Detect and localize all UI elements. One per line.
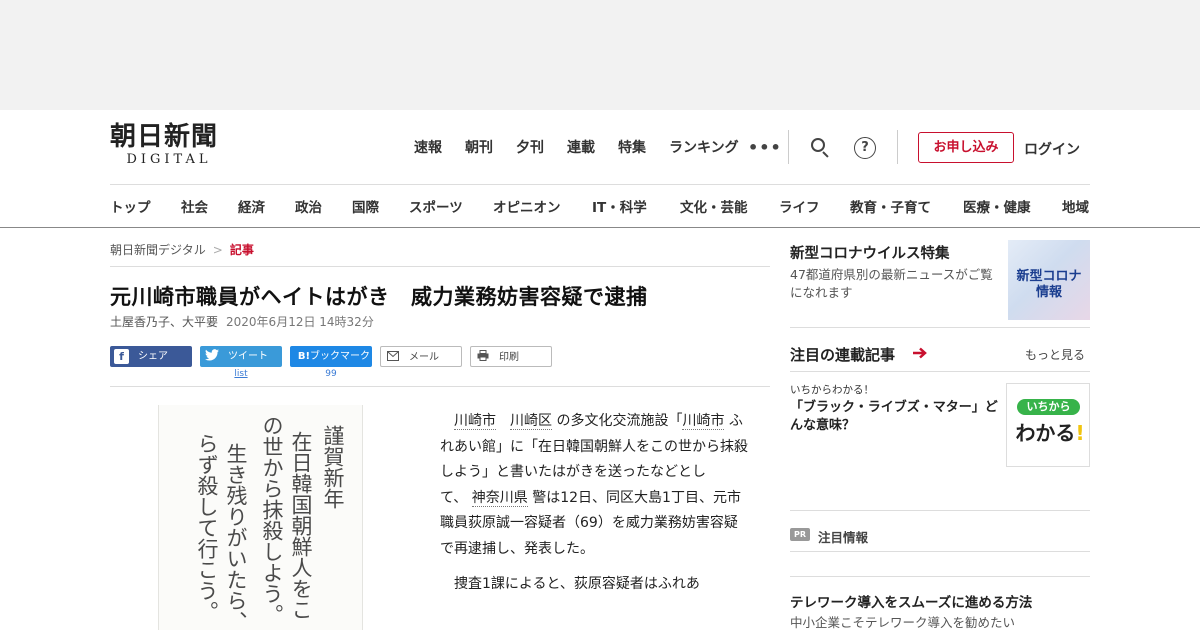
nav-tokushu[interactable]: 特集 — [618, 139, 646, 157]
postcard-text-line: らず殺して行こう。 — [195, 433, 219, 622]
postcard-text-line: 在日韓国朝鮮人をこ — [289, 431, 313, 620]
help-icon[interactable]: ? — [854, 137, 876, 159]
mail-share-label: メール — [409, 352, 439, 363]
twitter-icon — [204, 349, 219, 364]
nav-choukan[interactable]: 朝刊 — [465, 139, 493, 157]
serial-thumbnail[interactable]: いちから わかる! — [1006, 383, 1090, 467]
search-icon[interactable] — [809, 137, 831, 159]
section-health[interactable]: 医療・健康 — [963, 196, 1031, 216]
nav-yuukan[interactable]: 夕刊 — [516, 139, 544, 157]
sidebar-rule — [790, 576, 1090, 577]
section-top[interactable]: トップ — [110, 196, 151, 216]
breadcrumb: 朝日新聞デジタル > 記事 — [110, 241, 254, 258]
breadcrumb-separator: > — [212, 243, 223, 257]
section-society[interactable]: 社会 — [181, 196, 208, 216]
serial-headline[interactable]: 「ブラック・ライブズ・マター」どんな意味？ — [790, 399, 1002, 435]
wakaru-logo: わかる! — [1012, 419, 1088, 447]
top-nav: 速報 朝刊 夕刊 連載 特集 ランキング — [414, 139, 762, 157]
serial-kicker: いちからわかる！ — [790, 384, 874, 396]
logo-digital: DIGITAL — [126, 152, 212, 167]
article-paragraph: 捜査1課によると、荻原容疑者はふれあ — [454, 576, 700, 592]
pr-badge: PR — [790, 528, 810, 541]
section-politics[interactable]: 政治 — [295, 196, 322, 216]
section-international[interactable]: 国際 — [352, 196, 379, 216]
sidebar-rule — [790, 551, 1090, 552]
print-label: 印刷 — [499, 352, 519, 363]
print-button[interactable]: 印刷 — [470, 346, 552, 367]
keyword-link[interactable]: 川崎市 — [454, 413, 496, 430]
section-opinion[interactable]: オピニオン — [493, 196, 561, 216]
subscribe-button[interactable]: お申し込み — [918, 132, 1014, 163]
postcard-text-line: 生き残りがいたら、残 — [224, 443, 248, 630]
keyword-link[interactable]: 川崎区 — [510, 413, 552, 430]
ad-banner-area — [0, 0, 1200, 110]
more-menu-icon[interactable]: ••• — [748, 138, 782, 157]
article-photo-postcard[interactable]: 謹賀新年 在日韓国朝鮮人をこ の世から抹殺しよう。 生き残りがいたら、残 らず殺… — [158, 405, 363, 630]
login-link[interactable]: ログイン — [1024, 139, 1080, 159]
corona-thumb-line: 情報 — [1035, 285, 1062, 300]
more-link[interactable]: もっと見る — [1025, 346, 1085, 363]
section-economy[interactable]: 経済 — [238, 196, 265, 216]
article-headline: 元川崎市職員がヘイトはがき 威力業務妨害容疑で逮捕 — [110, 285, 648, 309]
facebook-share-label: シェア — [138, 351, 168, 362]
breadcrumb-home[interactable]: 朝日新聞デジタル — [110, 243, 206, 257]
section-region[interactable]: 地域 — [1062, 196, 1089, 216]
sidebar-rule — [790, 327, 1090, 328]
nav-sokuho[interactable]: 速報 — [414, 139, 442, 157]
keyword-link[interactable]: 神奈川県 — [471, 489, 528, 507]
mail-share-button[interactable]: メール — [380, 346, 462, 367]
mail-icon — [385, 350, 400, 365]
postcard-text-line: の世から抹殺しよう。 — [260, 415, 284, 625]
ichikara-pill: いちから — [1017, 399, 1080, 415]
postcard-text-line: 謹賀新年 — [321, 425, 345, 509]
site-logo[interactable]: 朝日新聞 DIGITAL — [110, 123, 242, 169]
corona-feature-thumbnail[interactable]: 新型コロナ 情報 — [1008, 240, 1090, 320]
twitter-share-count[interactable]: list — [200, 369, 282, 379]
share-rule — [110, 386, 770, 387]
article-text: の多文化交流施設「 — [556, 413, 683, 429]
article-byline: 土屋香乃子、大平要 2020年6月12日 14時32分 — [110, 313, 374, 330]
section-nav: トップ 社会 経済 政治 国際 スポーツ オピニオン IT・科学 文化・芸能 ラ… — [110, 196, 1100, 216]
wakaru-text: わかる — [1015, 421, 1076, 445]
section-it-science[interactable]: IT・科学 — [592, 196, 647, 216]
nav-rensai[interactable]: 連載 — [567, 139, 595, 157]
pr-article-desc: 中小企業こそテレワーク導入を勧めたい — [790, 615, 1016, 630]
article-authors: 土屋香乃子、大平要 — [110, 315, 219, 329]
section-sports[interactable]: スポーツ — [409, 196, 463, 216]
header-separator — [788, 130, 789, 164]
pr-section-label: 注目情報 — [818, 530, 869, 545]
logo-japanese: 朝日新聞 — [110, 122, 219, 152]
twitter-share-label: ツイート — [228, 351, 268, 362]
corona-feature-title[interactable]: 新型コロナウイルス特集 — [790, 242, 950, 263]
article-body: 川崎市 川崎区 の多文化交流施設「川崎市 ふれあい館」に「在日韓国朝鮮人をこの世… — [440, 409, 750, 598]
header-separator — [897, 130, 898, 164]
keyword-link[interactable]: 川崎市 — [682, 413, 725, 430]
sidebar-rule — [790, 510, 1090, 511]
corona-thumb-line: 新型コロナ — [1016, 269, 1082, 284]
breadcrumb-current: 記事 — [229, 243, 254, 257]
section-life[interactable]: ライフ — [779, 196, 820, 216]
header-divider — [110, 184, 1090, 185]
nav-ranking[interactable]: ランキング — [669, 139, 739, 157]
facebook-share-button[interactable]: f シェア — [110, 346, 192, 367]
wakaru-mark: ! — [1075, 421, 1085, 445]
print-icon — [475, 350, 490, 365]
section-culture[interactable]: 文化・芸能 — [680, 196, 748, 216]
site-header: 朝日新聞 DIGITAL 速報 朝刊 夕刊 連載 特集 ランキング ••• ? … — [0, 110, 1200, 228]
hatena-bookmark-button[interactable]: B! ブックマーク — [290, 346, 372, 367]
pr-article-title[interactable]: テレワーク導入をスムーズに進める方法 — [790, 591, 1032, 611]
breadcrumb-rule — [110, 266, 770, 267]
twitter-share-button[interactable]: ツイート — [200, 346, 282, 367]
corona-feature-desc: 47都道府県別の最新ニュースがご覧になれます — [790, 267, 993, 300]
sidebar-rule — [790, 371, 1090, 372]
article-paragraph: 川崎市 川崎区 の多文化交流施設「川崎市 ふれあい館」に「在日韓国朝鮮人をこの世… — [440, 409, 750, 562]
hatena-bookmark-label: ブックマーク — [310, 351, 370, 362]
arrow-right-icon[interactable] — [912, 345, 928, 361]
article-date: 2020年6月12日 14時32分 — [226, 315, 374, 329]
facebook-icon: f — [114, 349, 129, 364]
section-education[interactable]: 教育・子育て — [850, 196, 931, 216]
serial-section-title[interactable]: 注目の連載記事 — [790, 344, 895, 365]
hatena-bookmark-count[interactable]: 99 — [290, 369, 372, 379]
